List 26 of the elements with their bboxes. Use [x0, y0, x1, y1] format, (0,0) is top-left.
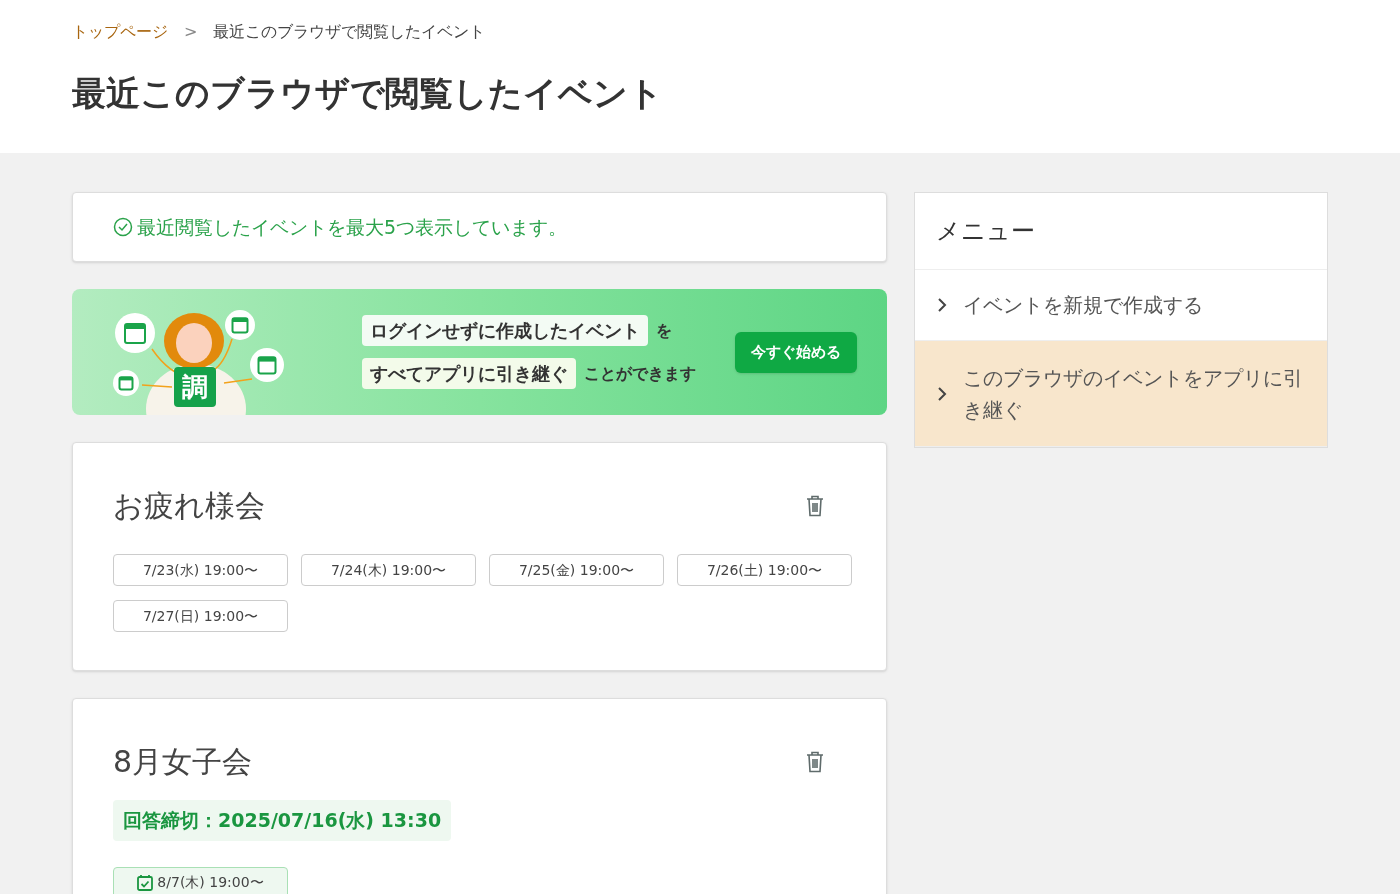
breadcrumb-current: 最近このブラウザで閲覧したイベント [213, 21, 486, 43]
event-title[interactable]: お疲れ様会 [113, 483, 265, 528]
date-text: 7/26(土) 19:00〜 [706, 560, 823, 580]
notice-text: 最近閲覧したイベントを最大5つ表示しています。 [137, 214, 568, 240]
date-text: 7/27(日) 19:00〜 [142, 606, 259, 626]
breadcrumb-link[interactable]: トップページ [72, 20, 168, 44]
date-text: 7/23(水) 19:00〜 [142, 560, 259, 580]
date-text: 8/7(木) 19:00〜 [157, 873, 264, 892]
menu-item[interactable]: このブラウザのイベントをアプリに引き継ぐ [915, 341, 1327, 447]
page-title: 最近このブラウザで閲覧したイベント [72, 72, 664, 115]
chevron-right-icon [937, 385, 947, 402]
event-title[interactable]: 8月女子会 [113, 739, 253, 784]
deadline-badge: 回答締切：2025/07/16(水) 13:30 [113, 800, 452, 841]
delete-icon[interactable] [806, 750, 824, 773]
app-logo: 調 [174, 367, 216, 407]
breadcrumb-separator: > [183, 21, 199, 43]
banner-text: を [656, 319, 672, 342]
highlighted-text: ログインせずに作成したイベント [362, 315, 648, 346]
delete-icon[interactable] [806, 494, 824, 517]
chevron-right-icon [937, 297, 947, 313]
check-circle-icon [113, 217, 133, 237]
calendar-check-icon [137, 874, 154, 891]
highlighted-text: すべてアプリに引き継ぐ [362, 358, 576, 389]
date-text: 7/25(金) 19:00〜 [518, 560, 635, 580]
banner-text: ことができます [584, 362, 696, 385]
date-text: 7/24(木) 19:00〜 [330, 560, 447, 580]
